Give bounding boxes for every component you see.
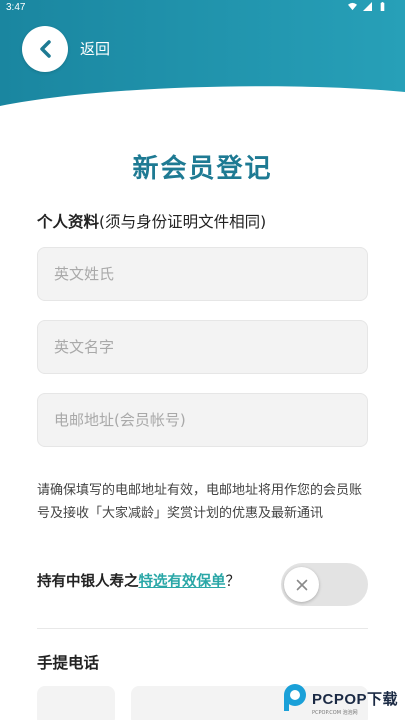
chevron-left-icon (40, 40, 51, 58)
watermark-brand: PCPOP下载 (312, 690, 399, 708)
close-icon (296, 579, 307, 590)
back-button[interactable] (22, 26, 68, 72)
page-title: 新会员登记 (132, 154, 273, 184)
last-name-input[interactable] (38, 248, 367, 300)
email-notice: 请确保填写的电邮地址有效，电邮地址将用作您的会员账号及接收「大家减龄」奖赏计划的… (37, 483, 363, 521)
eligible-policy-link[interactable]: 特选有效保单 (139, 574, 226, 590)
insurer-question-suffix: ？ (225, 574, 241, 590)
section-divider (37, 628, 368, 629)
status-time: 3:47 (6, 2, 26, 13)
email-field[interactable] (37, 393, 368, 447)
watermark-sub: PCPOP.COM 泡泡网 (312, 710, 358, 716)
email-input[interactable] (38, 394, 367, 446)
watermark: PCPOP下载 PCPOP.COM 泡泡网 (282, 683, 399, 716)
personal-info-title: 个人资料 (37, 213, 100, 231)
battery-icon (380, 2, 385, 11)
signal-icon (363, 2, 372, 11)
status-bar: 3:47 (0, 0, 405, 16)
personal-info-note: (须与身份证明文件相同) (99, 213, 267, 231)
pcpop-logo-icon (284, 684, 306, 711)
registration-screen: 3:47 返回 新会员登记 个人资料(须与身份证明文件相同) 请确保填写的电邮地… (0, 0, 405, 720)
country-code-field[interactable] (37, 686, 115, 720)
first-name-input[interactable] (38, 321, 367, 373)
first-name-field[interactable] (37, 320, 368, 374)
mobile-phone-label: 手提电话 (37, 654, 100, 672)
insurer-question: 持有中银人寿之特选有效保单？ (37, 570, 240, 591)
status-icons (348, 2, 387, 11)
insurer-question-prefix: 持有中银人寿之 (37, 574, 139, 590)
back-label[interactable]: 返回 (80, 38, 110, 59)
wifi-icon (348, 2, 357, 11)
toggle-knob[interactable] (284, 567, 319, 602)
policy-toggle[interactable] (281, 563, 368, 606)
last-name-field[interactable] (37, 247, 368, 301)
personal-info-label: 个人资料(须与身份证明文件相同) (37, 210, 266, 232)
